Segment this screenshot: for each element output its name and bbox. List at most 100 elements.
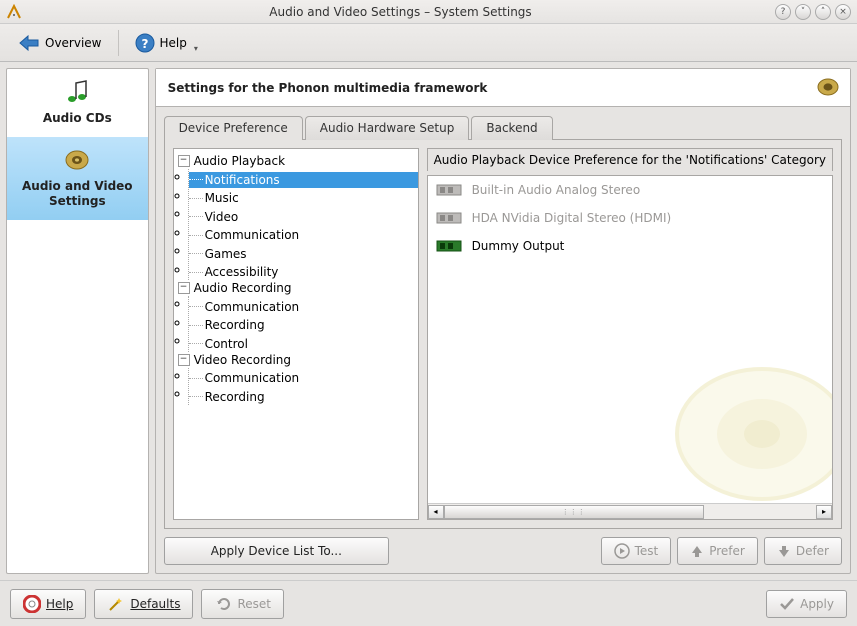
sidebar-item-label: Audio CDs [11, 111, 144, 127]
speaker-watermark-icon [672, 359, 833, 509]
soundcard-disabled-icon [436, 182, 464, 198]
prefer-button[interactable]: Prefer [677, 537, 758, 565]
tree-group-label: Audio Playback [194, 154, 285, 168]
scroll-left-arrow[interactable]: ◂ [428, 505, 444, 519]
reset-button[interactable]: Reset [201, 589, 284, 619]
tree-group[interactable]: −Video Recording [174, 352, 418, 368]
help-icon: ? [135, 33, 155, 53]
bottom-button-bar: Help Defaults Reset Apply [0, 580, 857, 626]
tab-backend[interactable]: Backend [471, 116, 552, 140]
tree-group-label: Audio Recording [194, 281, 292, 295]
defaults-button[interactable]: Defaults [94, 589, 193, 619]
soundcard-disabled-icon [436, 210, 464, 226]
button-label: Reset [237, 597, 271, 611]
help-toolbar-button[interactable]: ? Help ▾ [127, 29, 206, 57]
tab-audio-hardware-setup[interactable]: Audio Hardware Setup [305, 116, 470, 140]
overview-button[interactable]: Overview [10, 30, 110, 56]
overview-label: Overview [45, 36, 102, 50]
help-window-button[interactable]: ? [775, 4, 791, 20]
tree-item[interactable]: Video [189, 209, 418, 225]
button-label: Apply [800, 597, 834, 611]
tree-item-label: Video [205, 210, 239, 224]
sidebar-item-label: Audio and Video Settings [11, 179, 144, 210]
app-icon [6, 4, 22, 20]
scroll-thumb[interactable]: ⋮⋮⋮ [444, 505, 705, 519]
arrow-up-icon [690, 544, 704, 558]
panel-title: Settings for the Phonon multimedia frame… [168, 81, 488, 95]
tree-item-label: Communication [205, 228, 300, 242]
toolbar: Overview ? Help ▾ [0, 24, 857, 62]
soundcard-icon [436, 238, 464, 254]
tree-item[interactable]: Accessibility [189, 264, 418, 280]
tree-item-label: Recording [205, 390, 265, 404]
music-note-icon [11, 77, 144, 107]
device-row[interactable]: Built-in Audio Analog Stereo [428, 176, 832, 204]
tree-group[interactable]: −Audio Playback [174, 153, 418, 169]
tab-bar: Device Preference Audio Hardware Setup B… [164, 115, 842, 139]
category-tree[interactable]: −Audio PlaybackNotificationsMusicVideoCo… [173, 148, 419, 520]
device-list[interactable]: Built-in Audio Analog Stereo HDA NVidia D… [427, 175, 833, 520]
horizontal-scrollbar[interactable]: ◂ ⋮⋮⋮ ▸ [428, 503, 832, 519]
minimize-button[interactable]: ˅ [795, 4, 811, 20]
help-button[interactable]: Help [10, 589, 86, 619]
scroll-track[interactable]: ⋮⋮⋮ [444, 505, 816, 519]
device-list-title: Audio Playback Device Preference for the… [427, 148, 833, 171]
device-row[interactable]: HDA NVidia Digital Stereo (HDMI) [428, 204, 832, 232]
defer-button[interactable]: Defer [764, 537, 842, 565]
device-name: Dummy Output [472, 239, 565, 253]
tree-item-label: Communication [205, 300, 300, 314]
tree-item[interactable]: Communication [189, 370, 418, 386]
check-icon [779, 596, 795, 612]
tree-item-label: Accessibility [205, 265, 279, 279]
wand-icon [107, 595, 125, 613]
device-row[interactable]: Dummy Output [428, 232, 832, 260]
tree-item-label: Recording [205, 318, 265, 332]
svg-text:?: ? [141, 37, 148, 51]
tree-item-label: Control [205, 337, 248, 351]
tree-item[interactable]: Recording [189, 389, 418, 405]
tree-expander-icon[interactable]: − [178, 155, 190, 167]
button-label: Test [635, 544, 659, 558]
tree-item[interactable]: Control [189, 336, 418, 352]
test-button[interactable]: Test [601, 537, 672, 565]
tab-label: Audio Hardware Setup [320, 121, 455, 135]
tree-item[interactable]: Notifications [189, 172, 418, 188]
tree-item[interactable]: Communication [189, 227, 418, 243]
tree-group-label: Video Recording [194, 353, 291, 367]
help-toolbar-label: Help [160, 36, 187, 50]
back-arrow-icon [18, 34, 40, 52]
dropdown-arrow-icon: ▾ [194, 44, 198, 53]
device-name: Built-in Audio Analog Stereo [472, 183, 641, 197]
play-icon [614, 543, 630, 559]
apply-button[interactable]: Apply [766, 590, 847, 618]
sidebar-item-av-settings[interactable]: Audio and Video Settings [7, 137, 148, 220]
window-title: Audio and Video Settings – System Settin… [26, 5, 775, 19]
close-window-button[interactable]: × [835, 4, 851, 20]
scroll-right-arrow[interactable]: ▸ [816, 505, 832, 519]
tree-item-label: Notifications [205, 173, 280, 187]
tab-label: Device Preference [179, 121, 288, 135]
lifebuoy-icon [23, 595, 41, 613]
button-label: Help [46, 597, 73, 611]
toolbar-separator [118, 30, 119, 56]
maximize-button[interactable]: ˄ [815, 4, 831, 20]
apply-device-list-button[interactable]: Apply Device List To... [164, 537, 390, 565]
undo-icon [214, 595, 232, 613]
device-name: HDA NVidia Digital Stereo (HDMI) [472, 211, 672, 225]
arrow-down-icon [777, 544, 791, 558]
button-label: Defaults [130, 597, 180, 611]
tree-item[interactable]: Games [189, 246, 418, 262]
tree-item[interactable]: Music [189, 190, 418, 206]
tree-item[interactable]: Recording [189, 317, 418, 333]
sidebar-item-audio-cds[interactable]: Audio CDs [7, 69, 148, 137]
tab-label: Backend [486, 121, 537, 135]
tab-device-preference[interactable]: Device Preference [164, 116, 303, 140]
tree-item-label: Games [205, 247, 247, 261]
button-label: Apply Device List To... [211, 544, 342, 558]
tree-item[interactable]: Communication [189, 299, 418, 315]
speaker-icon [816, 75, 840, 99]
tree-group[interactable]: −Audio Recording [174, 280, 418, 296]
panel-header: Settings for the Phonon multimedia frame… [156, 69, 850, 107]
tree-expander-icon[interactable]: − [178, 282, 190, 294]
tree-expander-icon[interactable]: − [178, 354, 190, 366]
